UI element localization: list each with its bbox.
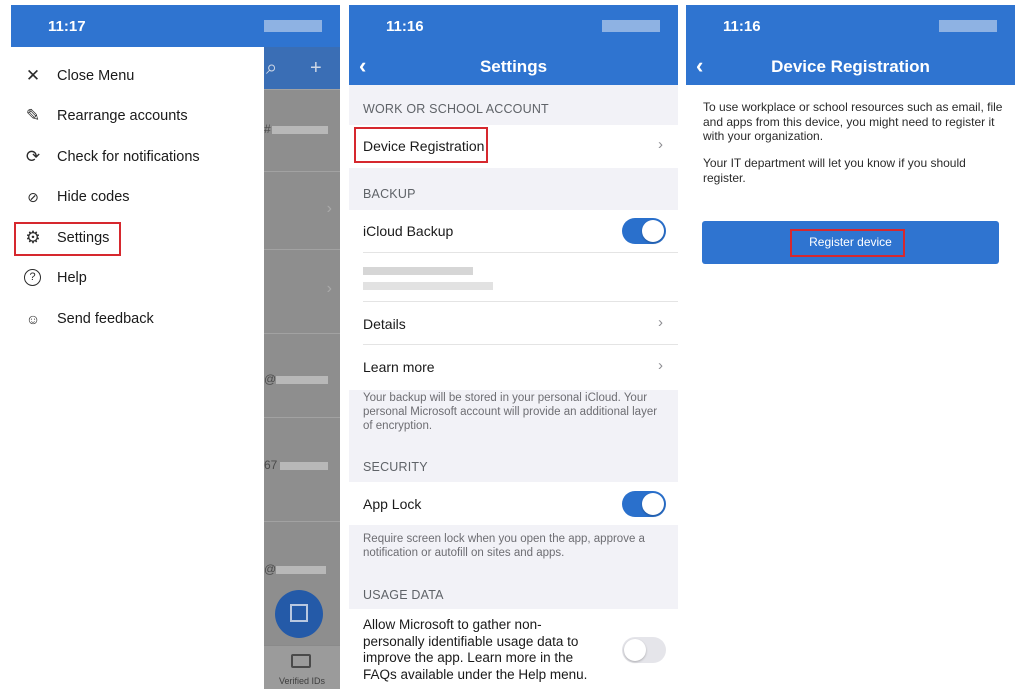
menu-item-rearrange[interactable]: ✎ Rearrange accounts [11, 97, 264, 137]
security-footnote: Require screen lock when you open the ap… [363, 533, 645, 559]
section-header-usage: USAGE DATA [363, 588, 444, 602]
blurred-text [280, 462, 328, 470]
blurred-text [276, 376, 328, 384]
list-item: 67 [264, 417, 340, 521]
toggle-knob [624, 639, 646, 661]
menu-item-help[interactable]: ? Help [11, 259, 264, 299]
highlight-box [354, 127, 488, 163]
icloud-backup-label: iCloud Backup [363, 223, 454, 239]
partial-text: 67 [264, 458, 278, 472]
app-lock-row: App Lock [349, 482, 678, 525]
eye-slash-icon: ⊘ [27, 189, 39, 205]
refresh-icon: ⟳ [25, 147, 41, 166]
page-title: Device Registration [771, 57, 930, 76]
status-time: 11:16 [723, 18, 761, 35]
device-registration-screen: 11:16 ‹ Device Registration To use workp… [686, 5, 1015, 689]
section-header-security: SECURITY [363, 460, 428, 474]
highlight-box [14, 222, 121, 256]
divider [363, 252, 678, 253]
side-menu: ✕ Close Menu ✎ Rearrange accounts ⟳ Chec… [11, 47, 264, 689]
menu-item-label: Close Menu [57, 68, 135, 84]
chevron-right-icon: › [658, 357, 663, 374]
partial-text: # [264, 122, 271, 136]
app-lock-toggle[interactable] [622, 491, 666, 517]
backup-footnote: Your backup will be stored in your perso… [363, 392, 658, 432]
status-icons [939, 20, 997, 32]
close-icon: ✕ [25, 66, 41, 85]
chevron-right-icon: › [326, 200, 332, 217]
learn-more-row-label[interactable]: Learn more [363, 359, 435, 375]
status-time: 11:17 [48, 18, 86, 35]
page-title: Settings [479, 57, 548, 76]
feedback-icon: ☺ [25, 311, 41, 327]
status-bar: 11:16 [686, 5, 1015, 47]
authenticator-menu-screen: 11:17 ⌕ + # › › @ 67 @ Verified IDs ✕ Cl… [11, 5, 340, 689]
qr-code-icon [290, 604, 308, 622]
id-card-icon [291, 654, 311, 668]
toggle-knob [642, 493, 664, 515]
list-item: › [264, 249, 340, 333]
menu-item-send-feedback[interactable]: ☺ Send feedback [11, 300, 264, 340]
toggle-knob [642, 220, 664, 242]
add-icon: + [310, 57, 322, 79]
menu-item-hide-codes[interactable]: ⊘ Hide codes [11, 178, 264, 218]
blurred-account-detail [363, 282, 493, 290]
menu-item-check-notifications[interactable]: ⟳ Check for notifications [11, 138, 264, 178]
menu-item-label: Rearrange accounts [57, 108, 188, 124]
section-header-backup: BACKUP [363, 187, 416, 201]
navigation-bar: ‹ Device Registration [686, 47, 1015, 85]
menu-item-label: Check for notifications [57, 149, 200, 165]
partial-text: @ [264, 372, 277, 386]
usage-data-text: Allow Microsoft to gather non-personally… [363, 617, 588, 682]
status-bar: 11:17 [11, 5, 340, 47]
chevron-right-icon: › [658, 314, 663, 331]
chevron-right-icon: › [658, 136, 663, 153]
verified-ids-tab[interactable]: Verified IDs [264, 645, 340, 689]
blurred-account [363, 267, 473, 275]
usage-data-row: Allow Microsoft to gather non-personally… [349, 609, 678, 689]
verified-ids-label: Verified IDs [278, 676, 326, 686]
list-item: # [264, 89, 340, 171]
menu-item-close[interactable]: ✕ Close Menu [11, 57, 264, 97]
list-item: › [264, 171, 340, 249]
backup-group: iCloud Backup Details › Learn more › [349, 210, 678, 390]
help-icon: ? [24, 269, 41, 286]
highlight-box [790, 229, 905, 257]
partial-text: @ [264, 562, 277, 576]
usage-data-toggle[interactable] [622, 637, 666, 663]
search-icon: ⌕ [266, 57, 278, 79]
status-icons [264, 20, 322, 32]
status-time: 11:16 [386, 18, 424, 35]
registration-description: To use workplace or school resources suc… [703, 100, 1003, 143]
blurred-text [272, 126, 328, 134]
chevron-right-icon: › [326, 280, 332, 297]
navigation-bar: ‹ Settings [349, 47, 678, 85]
divider [363, 301, 678, 302]
status-bar: 11:16 [349, 5, 678, 47]
pencil-icon: ✎ [25, 106, 41, 125]
registration-note: Your IT department will let you know if … [703, 156, 966, 185]
list-item: @ [264, 333, 340, 417]
divider [363, 344, 678, 345]
dimmed-header: ⌕ + [264, 47, 340, 89]
icloud-backup-toggle[interactable] [622, 218, 666, 244]
menu-item-label: Hide codes [57, 189, 130, 205]
settings-screen: 11:16 ‹ Settings WORK OR SCHOOL ACCOUNT … [349, 5, 678, 689]
menu-item-label: Send feedback [57, 311, 154, 327]
status-icons [602, 20, 660, 32]
menu-item-label: Help [57, 270, 87, 286]
details-row-label[interactable]: Details [363, 316, 406, 332]
scan-qr-button[interactable] [275, 590, 323, 638]
blurred-text [276, 566, 326, 574]
section-header-work: WORK OR SCHOOL ACCOUNT [363, 102, 549, 116]
app-lock-label: App Lock [363, 496, 422, 512]
